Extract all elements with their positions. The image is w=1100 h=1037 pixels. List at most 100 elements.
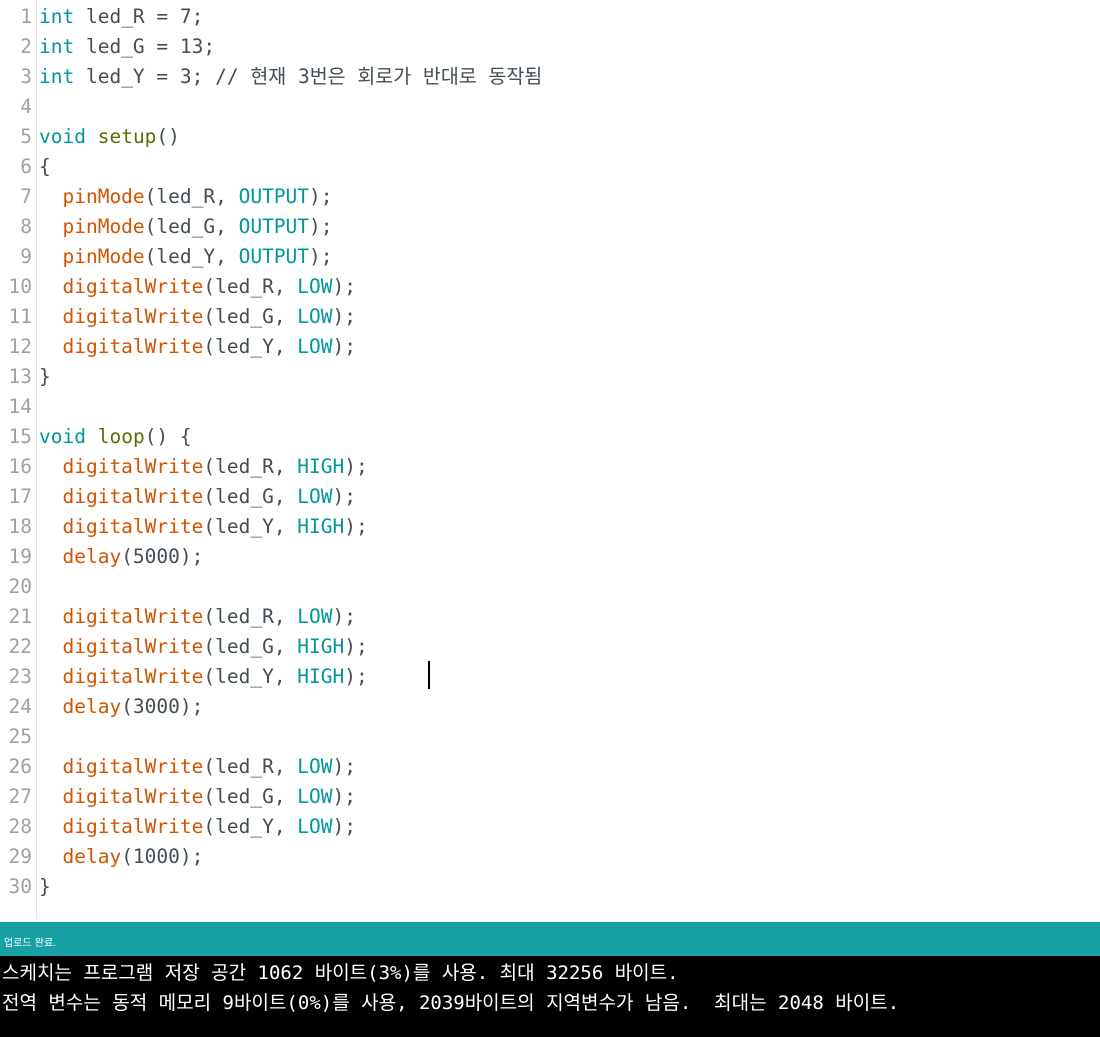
code-line[interactable]: 12 digitalWrite(led_Y, LOW); (0, 332, 1100, 362)
console-line-1: 스케치는 프로그램 저장 공간 1062 바이트(3%)를 사용. 최대 322… (2, 962, 679, 984)
code-line[interactable]: 17 digitalWrite(led_G, LOW); (0, 482, 1100, 512)
code-token: ); (344, 665, 368, 688)
code-token: LOW (297, 275, 333, 298)
code-token: LOW (297, 335, 333, 358)
code-token: delay (62, 695, 122, 718)
line-number: 17 (8, 485, 32, 508)
line-number: 14 (8, 395, 32, 418)
code-token: (led_G, (203, 785, 298, 808)
code-line[interactable]: 22 digitalWrite(led_G, HIGH); (0, 632, 1100, 662)
output-console[interactable]: 스케치는 프로그램 저장 공간 1062 바이트(3%)를 사용. 최대 322… (0, 956, 1100, 1037)
line-number: 8 (20, 215, 32, 238)
code-line[interactable]: 25 (0, 722, 1100, 752)
code-line[interactable]: 7 pinMode(led_R, OUTPUT); (0, 182, 1100, 212)
code-line[interactable]: 30} (0, 872, 1100, 902)
line-code: delay(5000); (39, 542, 203, 572)
line-number: 3 (20, 65, 32, 88)
line-code: digitalWrite(led_Y, LOW); (39, 812, 356, 842)
code-token: (led_Y, (203, 815, 298, 838)
line-code: digitalWrite(led_G, HIGH); (39, 632, 368, 662)
line-code: int led_Y = 3; // 현재 3번은 회로가 반대로 동작됨 (39, 62, 542, 92)
line-code: digitalWrite(led_R, LOW); (39, 602, 356, 632)
code-token: HIGH (297, 455, 345, 478)
code-token: digitalWrite (62, 515, 204, 538)
code-line[interactable]: 16 digitalWrite(led_R, HIGH); (0, 452, 1100, 482)
code-token: pinMode (62, 245, 145, 268)
code-line[interactable]: 14 (0, 392, 1100, 422)
code-line[interactable]: 10 digitalWrite(led_R, LOW); (0, 272, 1100, 302)
code-line[interactable]: 29 delay(1000); (0, 842, 1100, 872)
line-code: delay(3000); (39, 692, 203, 722)
code-line[interactable]: 24 delay(3000); (0, 692, 1100, 722)
code-token: int (39, 65, 75, 88)
code-token: (led_Y, (203, 515, 298, 538)
line-code: } (39, 362, 51, 392)
code-line[interactable]: 9 pinMode(led_Y, OUTPUT); (0, 242, 1100, 272)
line-number: 11 (8, 305, 32, 328)
line-number: 18 (8, 515, 32, 538)
code-token: OUTPUT (238, 215, 310, 238)
line-number: 10 (8, 275, 32, 298)
code-token: int (39, 35, 75, 58)
code-line[interactable]: 20 (0, 572, 1100, 602)
code-line[interactable]: 23 digitalWrite(led_Y, HIGH); (0, 662, 1100, 692)
code-token: (5000); (121, 545, 204, 568)
line-number: 27 (8, 785, 32, 808)
code-line[interactable]: 28 digitalWrite(led_Y, LOW); (0, 812, 1100, 842)
code-line[interactable]: 4 (0, 92, 1100, 122)
code-line[interactable]: 8 pinMode(led_G, OUTPUT); (0, 212, 1100, 242)
code-line[interactable]: 13} (0, 362, 1100, 392)
line-code: digitalWrite(led_R, LOW); (39, 272, 356, 302)
line-number: 22 (8, 635, 32, 658)
line-code: int led_R = 7; (39, 2, 203, 32)
line-code: digitalWrite(led_R, HIGH); (39, 452, 367, 482)
code-line[interactable]: 26 digitalWrite(led_R, LOW); (0, 752, 1100, 782)
code-token: LOW (297, 755, 333, 778)
code-token: LOW (297, 785, 333, 808)
code-line[interactable]: 27 digitalWrite(led_G, LOW); (0, 782, 1100, 812)
code-line[interactable]: 11 digitalWrite(led_G, LOW); (0, 302, 1100, 332)
code-token: void (39, 125, 86, 148)
code-token: ); (344, 635, 368, 658)
code-token: void (39, 425, 86, 448)
code-token: (led_R, (144, 185, 239, 208)
code-token: digitalWrite (62, 815, 204, 838)
line-number: 15 (8, 425, 32, 448)
code-token: } (39, 365, 51, 388)
line-number: 24 (8, 695, 32, 718)
code-line[interactable]: 15 void loop() { (0, 422, 1100, 452)
code-token: (led_Y, (203, 665, 298, 688)
code-editor[interactable]: 1 int led_R = 7; 2 int led_G = 13; 3 int led_… (0, 0, 1100, 919)
code-line[interactable]: 5 void setup() (0, 122, 1100, 152)
code-token: } (39, 875, 51, 898)
code-token: digitalWrite (62, 785, 204, 808)
code-token: digitalWrite (62, 665, 204, 688)
code-token: int (39, 5, 75, 28)
code-line[interactable]: 1 int led_R = 7; (0, 2, 1100, 32)
line-number: 25 (8, 725, 32, 748)
line-number: 7 (20, 185, 32, 208)
line-number: 6 (20, 155, 32, 178)
code-line[interactable]: 3 int led_Y = 3; // 현재 3번은 회로가 반대로 동작됨 (0, 62, 1100, 92)
status-message: 업로드 완료. (4, 938, 57, 949)
code-line[interactable]: 21 digitalWrite(led_R, LOW); (0, 602, 1100, 632)
line-code: pinMode(led_R, OUTPUT); (39, 182, 332, 212)
line-code: pinMode(led_G, OUTPUT); (39, 212, 332, 242)
line-number: 4 (20, 95, 32, 118)
line-number: 30 (8, 875, 32, 898)
code-line[interactable]: 6{ (0, 152, 1100, 182)
code-token: (led_R, (203, 605, 298, 628)
code-token: (led_G, (203, 485, 298, 508)
code-token: ); (309, 245, 333, 268)
code-token: loop (97, 425, 145, 448)
code-line[interactable]: 18 digitalWrite(led_Y, HIGH); (0, 512, 1100, 542)
line-number: 20 (8, 575, 32, 598)
code-line[interactable]: 19 delay(5000); (0, 542, 1100, 572)
code-line[interactable]: 2 int led_G = 13; (0, 32, 1100, 62)
